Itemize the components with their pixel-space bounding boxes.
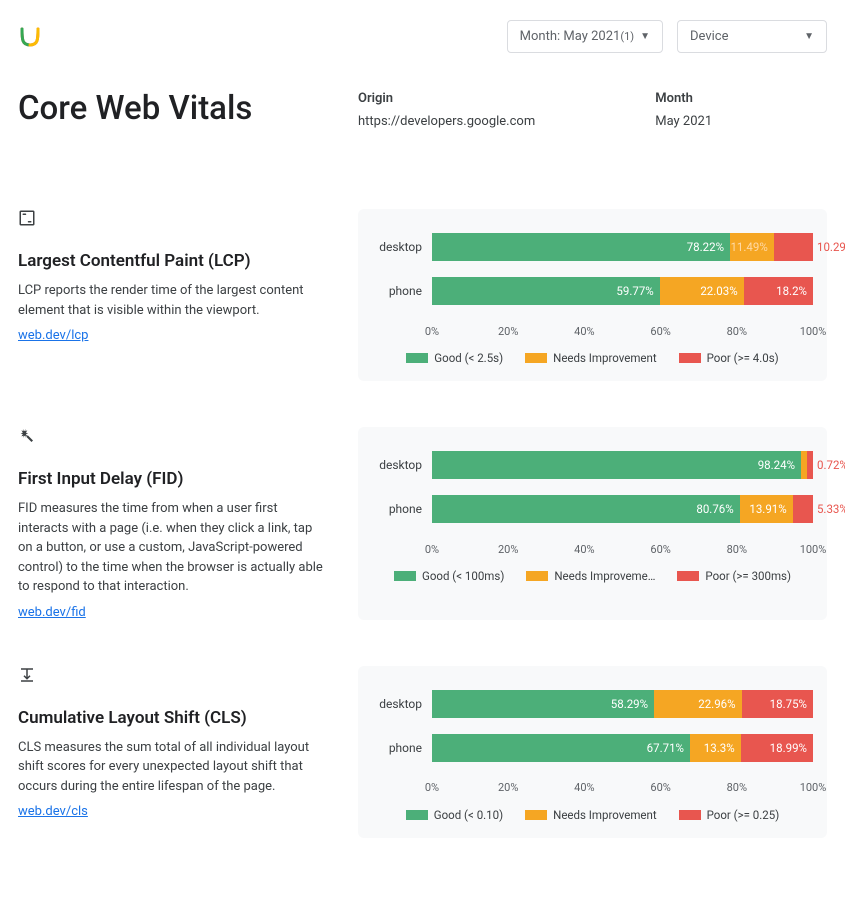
cls-desc: CLS measures the sum total of all indivi… xyxy=(18,738,328,797)
legend-needs: Needs Improveme… xyxy=(526,569,655,583)
month-dropdown-count: (1) xyxy=(620,30,634,43)
cls-phone-poor: 18.99% xyxy=(741,734,813,762)
bar-label: phone xyxy=(372,502,432,516)
lcp-chart: desktop 78.22% 11.49% 10.29% phone 59.77… xyxy=(358,209,827,381)
device-dropdown[interactable]: Device ▼ xyxy=(677,20,827,53)
lcp-desktop-poor: 10.29% xyxy=(774,233,813,261)
legend-poor: Poor (>= 0.25) xyxy=(679,808,780,822)
cls-info: Cumulative Layout Shift (CLS) CLS measur… xyxy=(18,666,358,838)
cls-axis: 0% 20% 40% 60% 80% 100% xyxy=(432,778,813,798)
lcp-bar-desktop: desktop 78.22% 11.49% 10.29% xyxy=(372,233,813,261)
fid-desktop-good: 98.24% xyxy=(432,451,801,479)
lcp-title: Largest Contentful Paint (LCP) xyxy=(18,251,328,271)
month-meta: Month May 2021 xyxy=(655,91,712,129)
bar-label: desktop xyxy=(372,458,432,472)
fid-phone-good: 80.76% xyxy=(432,495,740,523)
lcp-phone-needs: 22.03% xyxy=(660,277,744,305)
header-bar: Month: May 2021 (1) ▼ Device ▼ xyxy=(18,20,827,53)
lcp-section: Largest Contentful Paint (LCP) LCP repor… xyxy=(18,209,827,381)
cls-desktop-good: 58.29% xyxy=(432,690,654,718)
cls-section: Cumulative Layout Shift (CLS) CLS measur… xyxy=(18,666,827,838)
lcp-axis: 0% 20% 40% 60% 80% 100% xyxy=(432,321,813,341)
fid-axis: 0% 20% 40% 60% 80% 100% xyxy=(432,539,813,559)
bar-label: desktop xyxy=(372,697,432,711)
lcp-desc: LCP reports the render time of the large… xyxy=(18,281,328,320)
lcp-phone-poor: 18.2% xyxy=(744,277,813,305)
lcp-icon xyxy=(18,209,36,227)
legend-good: Good (< 0.10) xyxy=(406,808,503,822)
month-label: Month xyxy=(655,91,712,106)
bar-label: desktop xyxy=(372,240,432,254)
lcp-legend: Good (< 2.5s) Needs Improvement Poor (>=… xyxy=(372,351,813,365)
controls-group: Month: May 2021 (1) ▼ Device ▼ xyxy=(507,20,827,53)
lcp-desktop-needs: 11.49% xyxy=(730,233,774,261)
fid-desc: FID measures the time from when a user f… xyxy=(18,499,328,597)
cls-legend: Good (< 0.10) Needs Improvement Poor (>=… xyxy=(372,808,813,822)
title-row: Core Web Vitals Origin https://developer… xyxy=(18,89,827,129)
month-value: May 2021 xyxy=(655,114,712,129)
origin-value: https://developers.google.com xyxy=(358,114,535,129)
fid-icon xyxy=(18,427,36,445)
legend-needs: Needs Improvement xyxy=(525,808,657,822)
fid-chart: desktop 98.24% 0.72% phone 80.76% 13.91%… xyxy=(358,427,827,620)
legend-needs: Needs Improvement xyxy=(525,351,657,365)
fid-info: First Input Delay (FID) FID measures the… xyxy=(18,427,358,620)
chevron-down-icon: ▼ xyxy=(640,31,650,42)
month-dropdown-label: Month: xyxy=(520,29,561,44)
fid-desktop-poor: 0.72% xyxy=(807,451,813,479)
app-logo xyxy=(18,25,42,49)
lcp-desktop-good: 78.22% xyxy=(432,233,730,261)
fid-title: First Input Delay (FID) xyxy=(18,469,328,489)
device-dropdown-label: Device xyxy=(690,29,729,44)
origin-meta: Origin https://developers.google.com xyxy=(358,91,535,129)
fid-section: First Input Delay (FID) FID measures the… xyxy=(18,427,827,620)
fid-phone-poor: 5.33% xyxy=(793,495,813,523)
chevron-down-icon: ▼ xyxy=(804,31,814,42)
lcp-info: Largest Contentful Paint (LCP) LCP repor… xyxy=(18,209,358,381)
fid-phone-needs: 13.91% xyxy=(740,495,793,523)
cls-bar-phone: phone 67.71% 13.3% 18.99% xyxy=(372,734,813,762)
lcp-bar-phone: phone 59.77% 22.03% 18.2% xyxy=(372,277,813,305)
bar-label: phone xyxy=(372,741,432,755)
cls-bar-desktop: desktop 58.29% 22.96% 18.75% xyxy=(372,690,813,718)
cls-desktop-poor: 18.75% xyxy=(742,690,813,718)
fid-bar-phone: phone 80.76% 13.91% 5.33% xyxy=(372,495,813,523)
legend-good: Good (< 2.5s) xyxy=(406,351,503,365)
month-dropdown[interactable]: Month: May 2021 (1) ▼ xyxy=(507,20,663,53)
cls-link[interactable]: web.dev/cls xyxy=(18,804,88,819)
lcp-link[interactable]: web.dev/lcp xyxy=(18,328,88,343)
meta-block: Origin https://developers.google.com Mon… xyxy=(358,91,712,129)
cls-desktop-needs: 22.96% xyxy=(654,690,741,718)
fid-link[interactable]: web.dev/fid xyxy=(18,605,86,620)
cls-phone-good: 67.71% xyxy=(432,734,690,762)
fid-bar-desktop: desktop 98.24% 0.72% xyxy=(372,451,813,479)
cls-title: Cumulative Layout Shift (CLS) xyxy=(18,708,328,728)
origin-label: Origin xyxy=(358,91,535,106)
legend-poor: Poor (>= 4.0s) xyxy=(679,351,779,365)
lcp-phone-good: 59.77% xyxy=(432,277,660,305)
fid-legend: Good (< 100ms) Needs Improveme… Poor (>=… xyxy=(372,569,813,583)
legend-poor: Poor (>= 300ms) xyxy=(677,569,791,583)
cls-icon xyxy=(18,666,36,684)
cls-phone-needs: 13.3% xyxy=(690,734,741,762)
bar-label: phone xyxy=(372,284,432,298)
legend-good: Good (< 100ms) xyxy=(394,569,504,583)
cls-chart: desktop 58.29% 22.96% 18.75% phone 67.71… xyxy=(358,666,827,838)
month-dropdown-value: May 2021 xyxy=(563,29,620,44)
page-title: Core Web Vitals xyxy=(18,89,358,128)
